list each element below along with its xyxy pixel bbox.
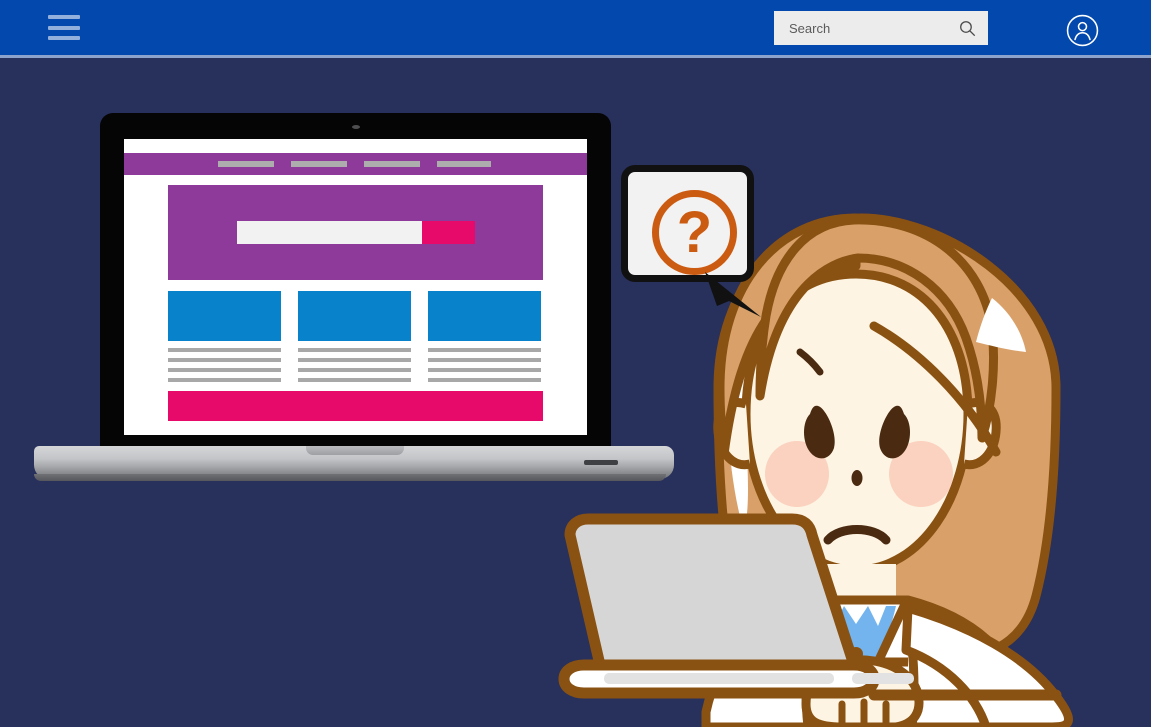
user-account-icon[interactable] (1066, 14, 1099, 47)
mock-nav-item[interactable] (364, 161, 420, 167)
mock-card-image (428, 291, 541, 341)
webcam-dot (351, 125, 360, 129)
mock-hero-search-input[interactable] (236, 221, 422, 244)
search-input[interactable] (787, 13, 947, 43)
hamburger-menu-icon[interactable] (48, 15, 80, 40)
mock-nav-item[interactable] (437, 161, 491, 167)
mock-card-text (428, 348, 541, 382)
speech-bubble: ? (621, 165, 766, 320)
front-laptop-keyboard (604, 673, 834, 684)
speech-bubble-box: ? (621, 165, 754, 282)
mock-card[interactable] (168, 291, 281, 382)
mock-text-line (428, 378, 541, 382)
mock-text-line (298, 378, 411, 382)
app-header (0, 0, 1151, 55)
mock-card[interactable] (298, 291, 411, 382)
mock-card-image (298, 291, 411, 341)
mock-text-line (428, 358, 541, 362)
mock-card-image (168, 291, 281, 341)
mock-site-topstrip (124, 139, 587, 153)
search-icon[interactable] (959, 20, 976, 37)
mock-text-line (168, 368, 281, 372)
mock-site-hero (168, 185, 543, 280)
mock-nav-item[interactable] (218, 161, 274, 167)
mock-hero-search-button[interactable] (421, 221, 475, 244)
illustration-stage: ? (0, 58, 1151, 727)
laptop-trackpad-notch (306, 446, 404, 455)
laptop-lid (100, 113, 611, 453)
front-laptop (556, 463, 1076, 718)
front-laptop-trackpad (852, 673, 914, 684)
mock-card-text (168, 348, 281, 382)
page-root: ? (0, 0, 1151, 727)
mock-hero-search-form (236, 221, 475, 244)
hamburger-line (48, 15, 80, 19)
mock-site-footer (168, 391, 543, 421)
mock-card[interactable] (428, 291, 541, 382)
laptop-screen (124, 139, 587, 435)
search-box[interactable] (774, 11, 988, 45)
mock-text-line (298, 348, 411, 352)
mock-site-nav (124, 153, 587, 175)
mock-text-line (428, 368, 541, 372)
mock-nav-item[interactable] (291, 161, 347, 167)
mock-text-line (168, 358, 281, 362)
front-laptop-screen (564, 513, 860, 671)
hamburger-line (48, 36, 80, 40)
mock-text-line (428, 348, 541, 352)
mock-text-line (298, 358, 411, 362)
hamburger-line (48, 25, 80, 30)
mock-text-line (298, 368, 411, 372)
mock-card-text (298, 348, 411, 382)
mock-text-line (168, 378, 281, 382)
mock-site-cards (168, 291, 543, 382)
question-mark-icon: ? (652, 190, 737, 275)
speech-bubble-tail (705, 272, 761, 317)
mock-text-line (168, 348, 281, 352)
